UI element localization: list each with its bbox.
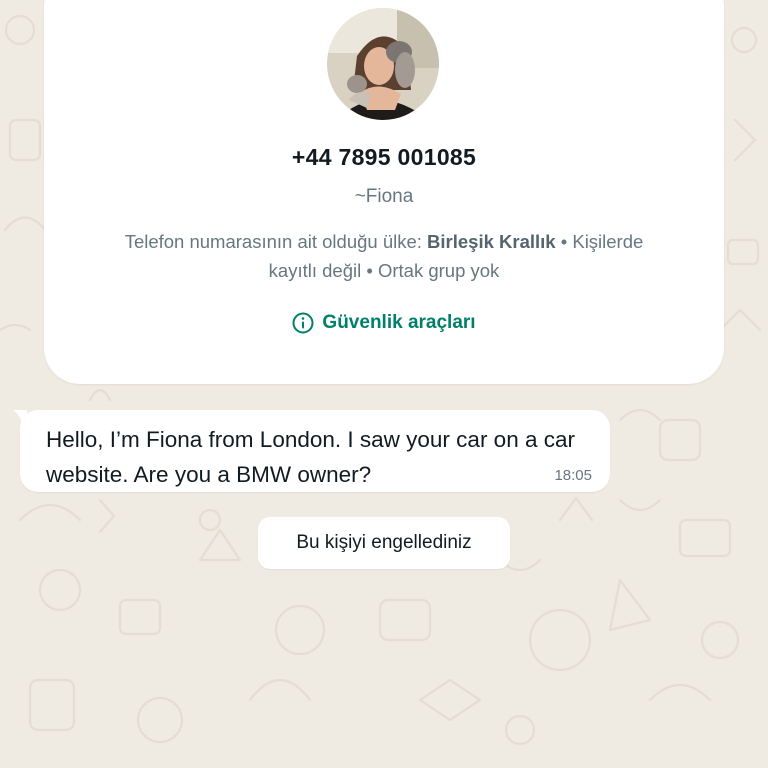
contact-info-card: +44 7895 001085 ~Fiona Telefon numarasın… — [44, 0, 724, 384]
info-circle-icon — [292, 312, 314, 334]
safety-tools-label: Güvenlik araçları — [322, 312, 476, 333]
country-name: Birleşik Krallık — [427, 231, 556, 252]
no-common-groups: • Ortak grup yok — [361, 260, 500, 281]
avatar-photo — [327, 8, 439, 120]
contact-push-name: ~Fiona — [354, 186, 414, 207]
not-saved-first: • Kişilerde — [555, 231, 644, 252]
blocked-contact-notice[interactable]: Bu kişiyi engellediniz — [258, 517, 510, 569]
not-saved-second: kayıtlı değil — [268, 260, 362, 281]
message-timestamp: 18:05 — [554, 467, 592, 484]
incoming-message-bubble[interactable]: Hello, I’m Fiona from London. I saw your… — [13, 410, 610, 492]
safety-tools-button[interactable]: Güvenlik araçları — [44, 312, 724, 334]
bubble-tail — [13, 410, 27, 426]
contact-phone-number: +44 7895 001085 — [291, 144, 477, 170]
contact-details-line-2: kayıtlı değil • Ortak grup yok — [44, 260, 724, 282]
contact-details-line-1: Telefon numarasının ait olduğu ülke: Bir… — [44, 231, 724, 253]
country-prefix: Telefon numarasının ait olduğu ülke: — [124, 231, 428, 252]
message-text: Hello, I’m Fiona from London. I saw your… — [46, 427, 575, 487]
contact-avatar[interactable] — [327, 8, 439, 120]
